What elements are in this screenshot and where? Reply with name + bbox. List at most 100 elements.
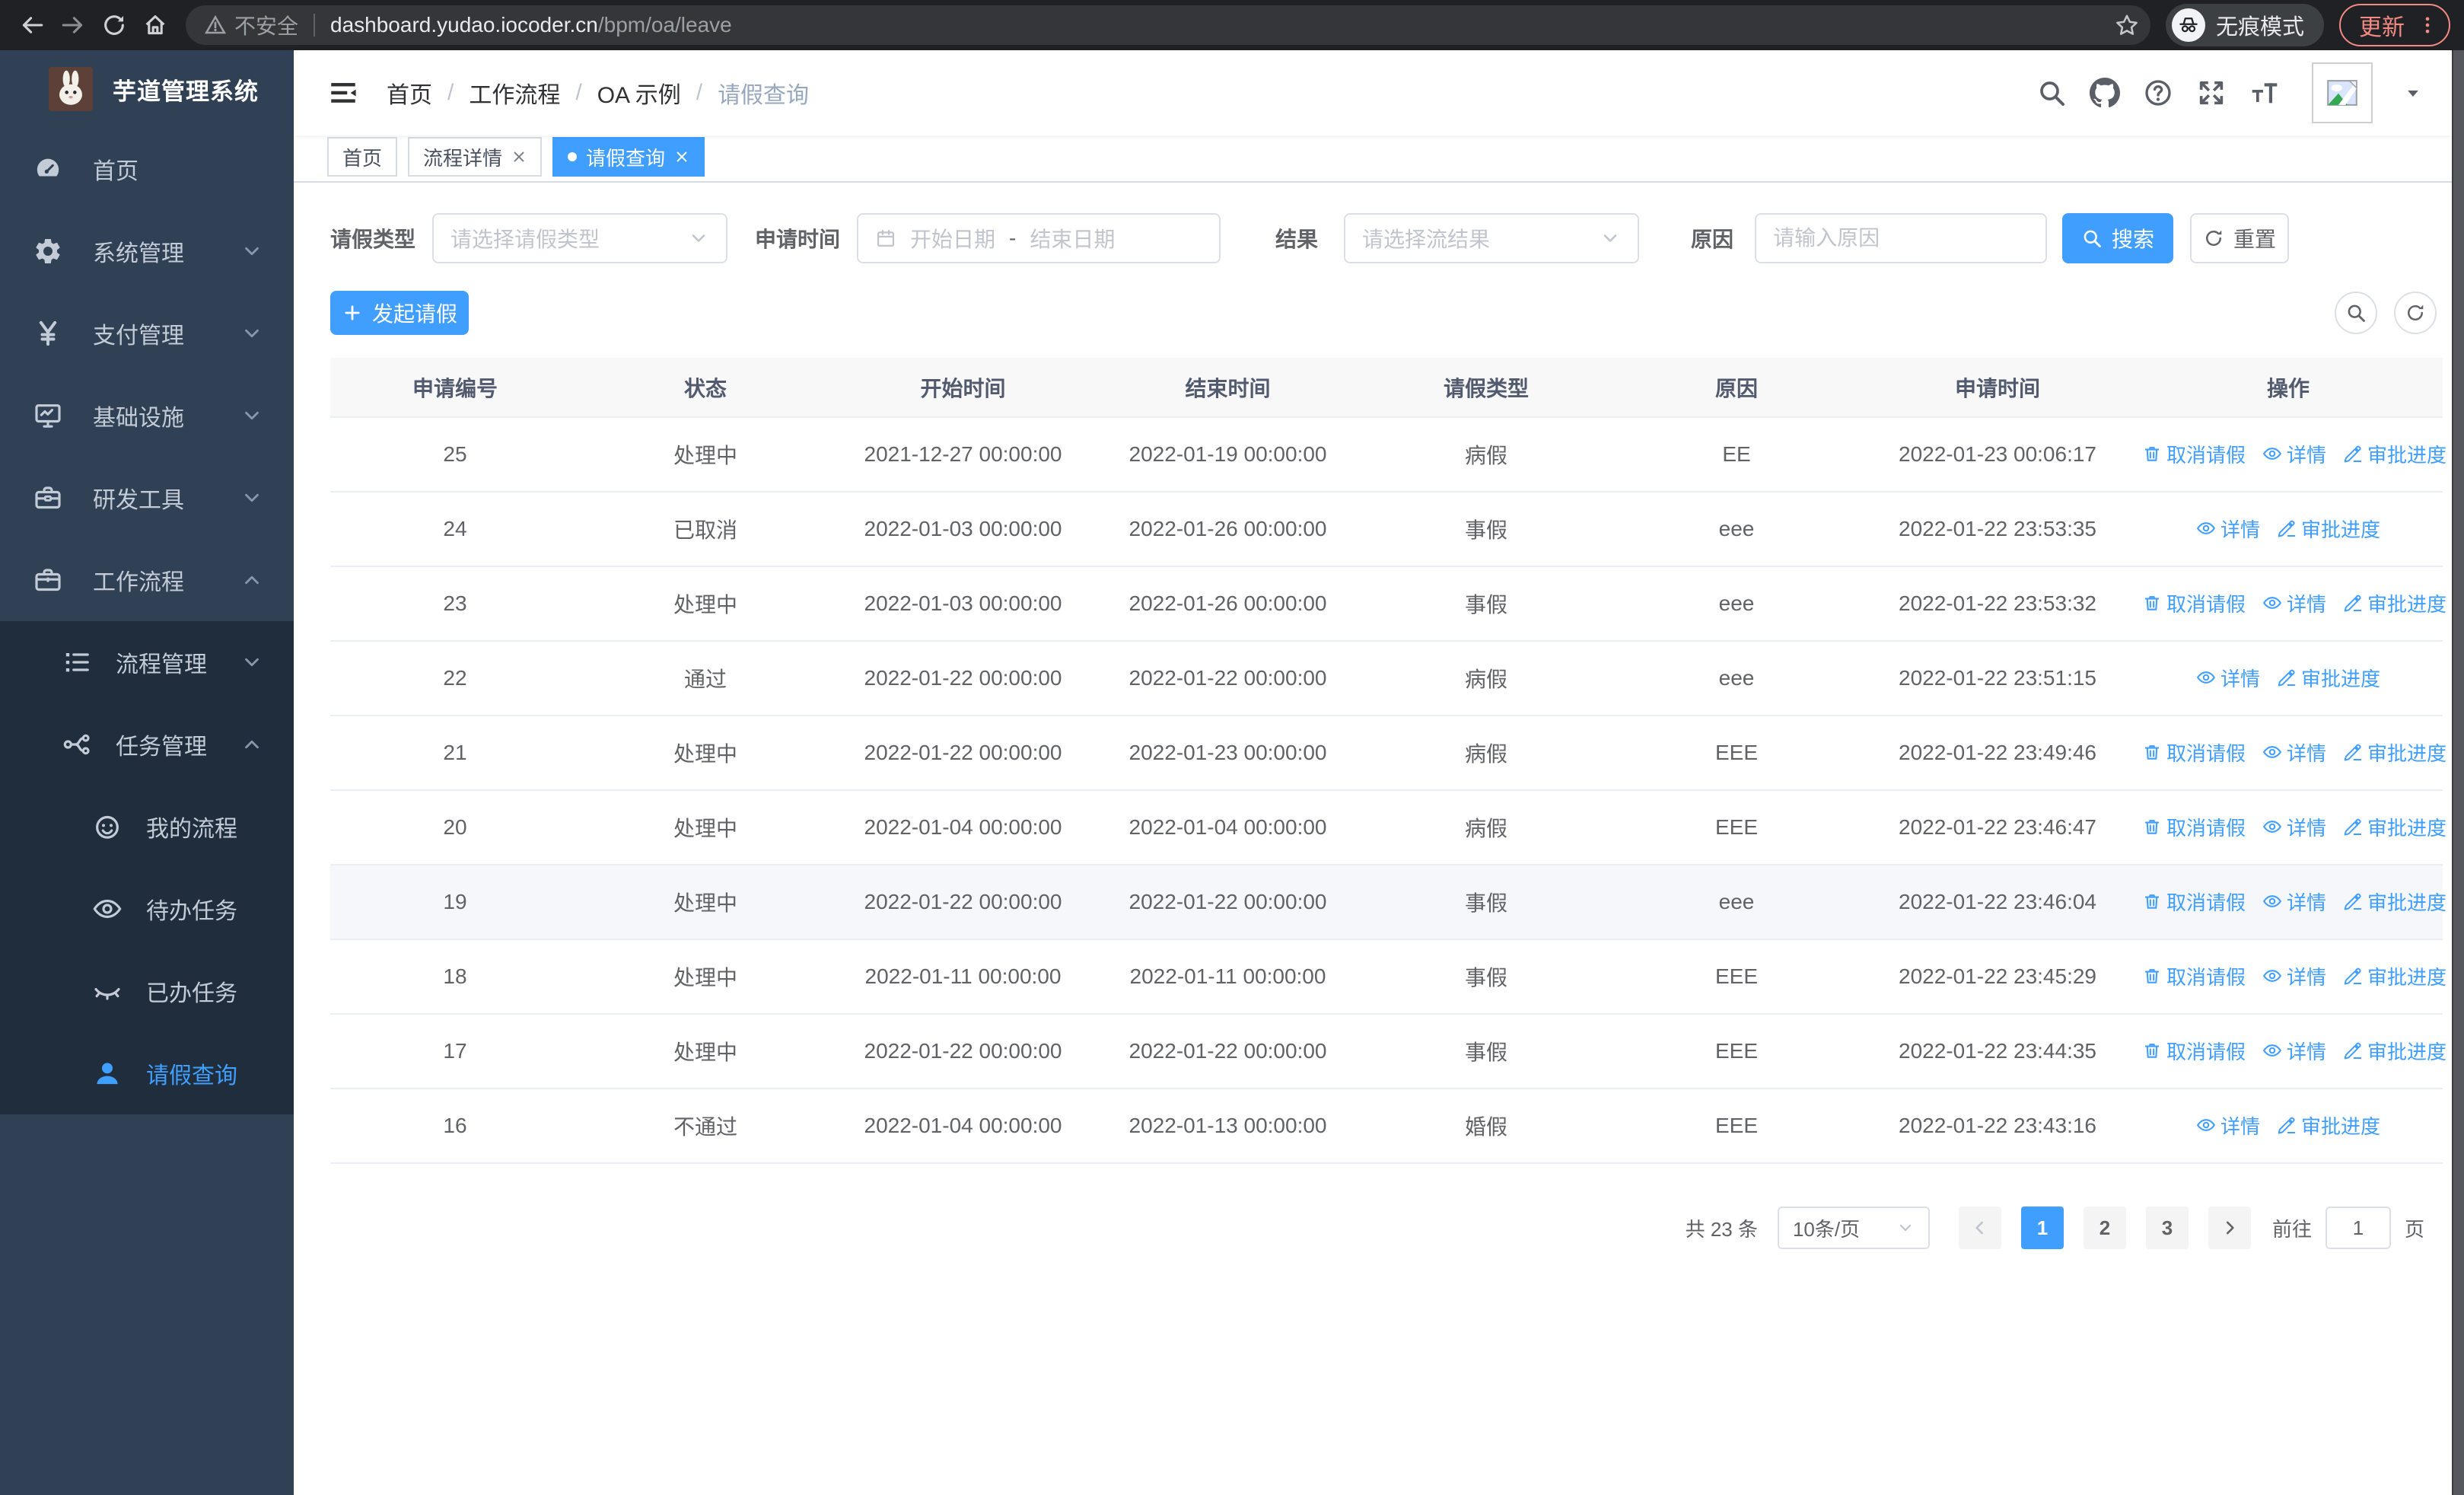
reset-button[interactable]: 重置 [2190, 213, 2290, 263]
browser-update-button[interactable]: 更新 [2339, 4, 2450, 46]
incognito-badge: 无痕模式 [2165, 4, 2324, 46]
url-path: /bpm/oa/leave [597, 13, 732, 37]
sidebar-item-done-tasks[interactable]: 已办任务 [0, 950, 294, 1032]
approval-progress-link[interactable]: 审批进度 [2343, 888, 2446, 916]
address-bar[interactable]: 不安全 dashboard.yudao.iocoder.cn/bpm/oa/le… [186, 5, 2150, 45]
sidebar-item-process-management[interactable]: 流程管理 [0, 621, 294, 703]
table-row: 18 处理中 2022-01-11 00:00:00 2022-01-11 00:0… [330, 939, 2446, 1015]
close-icon[interactable] [674, 149, 689, 164]
sidebar-collapse-icon[interactable] [327, 77, 359, 109]
chevron-down-icon [240, 240, 263, 263]
tab-home[interactable]: 首页 [327, 137, 398, 177]
reason-input[interactable] [1755, 213, 2048, 263]
cancel-leave-link[interactable]: 取消请假 [2142, 738, 2246, 767]
browser-home-button[interactable] [137, 7, 173, 43]
sidebar-item-system-management[interactable]: 系统管理 [0, 210, 294, 292]
sidebar-item-payment-management[interactable]: 支付管理 [0, 292, 294, 375]
approval-progress-link[interactable]: 审批进度 [2277, 664, 2380, 692]
approval-progress-link[interactable]: 审批进度 [2343, 738, 2446, 767]
fullscreen-icon[interactable] [2196, 78, 2227, 108]
window-scrollbar[interactable] [2452, 50, 2464, 1495]
help-icon[interactable] [2143, 78, 2173, 108]
leave-type-select[interactable]: 请选择请假类型 [432, 213, 728, 263]
apply-time-range-picker[interactable]: 开始日期 - 结束日期 [857, 213, 1221, 263]
page-button-3[interactable]: 3 [2145, 1207, 2189, 1249]
next-page-button[interactable] [2208, 1207, 2251, 1249]
sidebar-item-task-management[interactable]: 任务管理 [0, 703, 294, 786]
not-secure-badge[interactable]: 不安全 [204, 10, 298, 40]
detail-link[interactable]: 详情 [2262, 440, 2326, 468]
tab-leave-query[interactable]: 请假查询 [552, 137, 705, 177]
approval-progress-link[interactable]: 审批进度 [2343, 962, 2446, 990]
table-refresh-button[interactable] [2394, 292, 2437, 334]
search-button[interactable]: 搜索 [2062, 213, 2174, 263]
incognito-icon [2171, 8, 2205, 42]
approval-progress-link[interactable]: 审批进度 [2277, 1111, 2380, 1140]
eye-icon [2262, 742, 2282, 762]
sidebar-item-home[interactable]: 首页 [0, 128, 294, 210]
approval-progress-link[interactable]: 审批进度 [2343, 1037, 2446, 1065]
eye-icon [2262, 1041, 2282, 1060]
page-size-select[interactable]: 10条/页 [1777, 1207, 1930, 1249]
browser-forward-button[interactable] [55, 7, 91, 43]
app-title: 芋道管理系统 [113, 78, 259, 105]
briefcase-icon [30, 565, 65, 595]
detail-link[interactable]: 详情 [2196, 515, 2260, 543]
trash-icon [2142, 966, 2162, 986]
avatar-caret-icon[interactable] [2402, 81, 2424, 104]
approval-progress-link[interactable]: 审批进度 [2277, 515, 2380, 543]
breadcrumb-workflow[interactable]: 工作流程 [469, 76, 560, 110]
browser-toolbar: 不安全 dashboard.yudao.iocoder.cn/bpm/oa/le… [0, 0, 2464, 50]
cancel-leave-link[interactable]: 取消请假 [2142, 888, 2246, 916]
detail-link[interactable]: 详情 [2262, 589, 2326, 617]
cancel-leave-link[interactable]: 取消请假 [2142, 440, 2246, 468]
sidebar-item-dev-tools[interactable]: 研发工具 [0, 457, 294, 539]
breadcrumb-oa-example[interactable]: OA 示例 [597, 76, 681, 110]
menu-dots-icon[interactable] [2417, 14, 2438, 36]
create-leave-button[interactable]: 发起请假 [330, 291, 469, 335]
detail-link[interactable]: 详情 [2262, 962, 2326, 990]
approval-progress-link[interactable]: 审批进度 [2343, 440, 2446, 468]
chevron-up-icon [240, 733, 263, 756]
font-size-icon[interactable] [2249, 78, 2280, 108]
sidebar-item-leave-query[interactable]: 请假查询 [0, 1032, 294, 1114]
refresh-icon [2405, 302, 2426, 324]
avatar[interactable] [2312, 62, 2373, 123]
bookmark-star-icon[interactable] [2114, 12, 2140, 38]
cancel-leave-link[interactable]: 取消请假 [2142, 589, 2246, 617]
github-icon[interactable] [2090, 78, 2120, 108]
search-icon[interactable] [2036, 78, 2067, 108]
approval-progress-link[interactable]: 审批进度 [2343, 813, 2446, 841]
close-icon[interactable] [511, 149, 527, 164]
browser-reload-button[interactable] [96, 7, 132, 43]
sidebar-item-todo-tasks[interactable]: 待办任务 [0, 868, 294, 950]
tab-process-detail[interactable]: 流程详情 [408, 137, 543, 177]
page-button-2[interactable]: 2 [2083, 1207, 2126, 1249]
apply-time-label: 申请时间 [755, 228, 841, 251]
sidebar-item-my-processes[interactable]: 我的流程 [0, 786, 294, 868]
pen-icon [2343, 1041, 2363, 1060]
cancel-leave-link[interactable]: 取消请假 [2142, 1037, 2246, 1065]
browser-back-button[interactable] [14, 7, 50, 43]
sidebar-item-workflow[interactable]: 工作流程 [0, 539, 294, 621]
approval-progress-link[interactable]: 审批进度 [2343, 589, 2446, 617]
result-select[interactable]: 请选择流结果 [1344, 213, 1640, 263]
detail-link[interactable]: 详情 [2262, 738, 2326, 767]
sidebar-item-infrastructure[interactable]: 基础设施 [0, 375, 294, 457]
table-search-toggle-button[interactable] [2335, 292, 2377, 334]
end-date-placeholder: 结束日期 [1030, 228, 1116, 251]
search-filter-form: 请假类型 请选择请假类型 申请时间 开始日期 - 结束日期 结果 请选择流结果 [330, 213, 2452, 263]
detail-link[interactable]: 详情 [2262, 888, 2326, 916]
detail-link[interactable]: 详情 [2196, 664, 2260, 692]
detail-link[interactable]: 详情 [2262, 813, 2326, 841]
detail-link[interactable]: 详情 [2262, 1037, 2326, 1065]
page-button-1[interactable]: 1 [2020, 1207, 2064, 1249]
detail-link[interactable]: 详情 [2196, 1111, 2260, 1140]
chevron-down-icon [240, 651, 263, 674]
cancel-leave-link[interactable]: 取消请假 [2142, 813, 2246, 841]
breadcrumb-home[interactable]: 首页 [387, 76, 432, 110]
prev-page-button[interactable] [1958, 1207, 2001, 1249]
cancel-leave-link[interactable]: 取消请假 [2142, 962, 2246, 990]
col-apply-time: 申请时间 [1861, 358, 2134, 418]
goto-page-input[interactable] [2325, 1207, 2391, 1249]
